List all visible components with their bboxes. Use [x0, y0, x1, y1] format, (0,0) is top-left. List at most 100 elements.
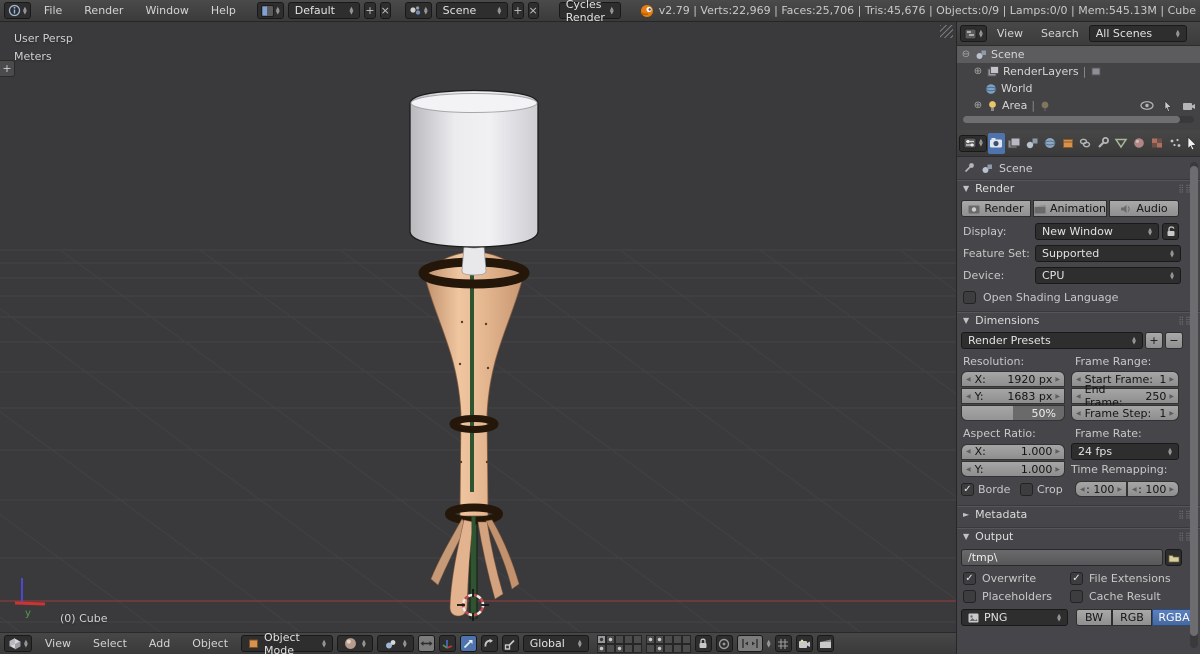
screen-layout-icon-button[interactable]: [256, 2, 284, 19]
add-preset-button[interactable]: +: [1145, 332, 1163, 349]
resolution-y-field[interactable]: ◀ Y: 1683 px ▶: [961, 388, 1065, 404]
panel-header-render[interactable]: ▼ Render ⣿⣿: [957, 180, 1200, 197]
expand-icon[interactable]: ⊕: [973, 66, 983, 77]
placeholders-checkbox[interactable]: [963, 590, 976, 603]
tab-render[interactable]: [987, 132, 1005, 154]
snap-spin-icon[interactable]: [767, 640, 771, 648]
close-layout-button[interactable]: ×: [379, 2, 391, 19]
tab-render-layers[interactable]: [1006, 133, 1023, 154]
object-menu[interactable]: Object: [183, 637, 237, 650]
outliner-hscrollbar[interactable]: [963, 116, 1194, 123]
lock-to-scene-button[interactable]: [694, 635, 712, 652]
outliner-row-world[interactable]: World: [957, 80, 1200, 97]
cache-result-checkbox[interactable]: [1070, 590, 1083, 603]
resolution-scale-slider[interactable]: 50%: [961, 405, 1065, 421]
file-format-select[interactable]: PNG: [961, 609, 1068, 626]
collapse-icon[interactable]: ⊖: [961, 49, 971, 60]
outliner-view-menu[interactable]: View: [989, 27, 1031, 40]
pin-icon[interactable]: [963, 162, 975, 174]
remove-preset-button[interactable]: −: [1165, 332, 1183, 349]
expand-icon[interactable]: ⊕: [973, 100, 983, 111]
menu-render[interactable]: Render: [75, 4, 132, 17]
crop-checkbox[interactable]: [1020, 482, 1033, 496]
layers-group-2[interactable]: [645, 634, 691, 653]
lock-interface-button[interactable]: [1162, 223, 1179, 240]
outliner-filter-select[interactable]: All Scenes: [1088, 25, 1187, 42]
snap-button[interactable]: [736, 635, 763, 652]
feature-set-select[interactable]: Supported: [1035, 245, 1181, 262]
resolution-x-field[interactable]: ◀ X: 1920 px ▶: [961, 371, 1065, 387]
viewport-3d[interactable]: y User Persp Meters + (0) Cube: [0, 22, 956, 632]
overwrite-checkbox[interactable]: ✓: [963, 572, 976, 585]
properties-vscrollbar[interactable]: [1190, 162, 1198, 648]
render-opengl-anim-button[interactable]: [816, 635, 834, 652]
viewport-shading-select[interactable]: [337, 635, 373, 652]
proportional-edit-button[interactable]: [715, 635, 733, 652]
scene-name-field[interactable]: Scene: [435, 2, 509, 19]
tab-object[interactable]: [1059, 133, 1076, 154]
manipulator-axes-button[interactable]: [438, 635, 456, 652]
scene-selector-icon-button[interactable]: [404, 2, 432, 19]
remap-new-field[interactable]: ◀: 100 ▶: [1127, 481, 1179, 497]
properties-editor-type-button[interactable]: [959, 134, 987, 152]
add-scene-button[interactable]: +: [512, 2, 524, 19]
area-corner-handle[interactable]: [940, 25, 953, 38]
tab-constraints[interactable]: [1077, 133, 1094, 154]
tab-scene[interactable]: [1024, 133, 1041, 154]
frame-rate-select[interactable]: 24 fps: [1071, 443, 1179, 460]
aspect-x-field[interactable]: ◀ X: 1.000 ▶: [961, 443, 1065, 460]
snap-element-button[interactable]: [774, 635, 792, 652]
select-menu[interactable]: Select: [84, 637, 136, 650]
manipulator-scale-button[interactable]: [501, 635, 519, 652]
tab-world[interactable]: [1041, 133, 1058, 154]
tab-material[interactable]: [1130, 133, 1147, 154]
file-extensions-checkbox[interactable]: ✓: [1070, 572, 1083, 585]
render-animation-button[interactable]: Animation: [1033, 200, 1107, 217]
outliner-row-renderlayers[interactable]: ⊕ RenderLayers |: [957, 63, 1200, 80]
panel-header-dimensions[interactable]: ▼ Dimensions ⣿⣿: [957, 312, 1200, 329]
manipulator-rotate-button[interactable]: [480, 635, 498, 652]
pivot-center-select[interactable]: [376, 635, 414, 652]
output-path-field[interactable]: /tmp\: [961, 549, 1163, 566]
menu-help[interactable]: Help: [202, 4, 245, 17]
layers-group-1[interactable]: [596, 634, 642, 653]
render-presets-select[interactable]: Render Presets: [961, 332, 1143, 349]
channels-rgb-button[interactable]: RGB: [1112, 609, 1152, 626]
panel-header-metadata[interactable]: ► Metadata ⣿⣿: [957, 506, 1200, 523]
menu-window[interactable]: Window: [136, 4, 197, 17]
tab-object-data[interactable]: [1113, 133, 1130, 154]
manipulator-translate-button[interactable]: [459, 635, 477, 652]
renderability-camera-icon[interactable]: [1178, 101, 1200, 111]
selectable-cursor-icon[interactable]: [1158, 99, 1178, 112]
frame-step-field[interactable]: ◀ Frame Step: 1 ▶: [1071, 405, 1179, 421]
outliner-search-menu[interactable]: Search: [1033, 27, 1087, 40]
tab-modifiers[interactable]: [1095, 133, 1112, 154]
add-menu[interactable]: Add: [140, 637, 179, 650]
menu-file[interactable]: File: [35, 4, 71, 17]
editor-type-selector[interactable]: [4, 2, 31, 19]
render-button[interactable]: Render: [961, 200, 1031, 217]
device-select[interactable]: CPU: [1035, 267, 1181, 284]
visibility-eye-icon[interactable]: [1136, 101, 1158, 110]
viewport-editor-type-button[interactable]: [4, 635, 32, 652]
panel-header-output[interactable]: ▼ Output ⣿⣿: [957, 528, 1200, 545]
file-browse-button[interactable]: [1165, 549, 1182, 566]
transform-orientation-select[interactable]: Global: [522, 635, 589, 652]
layers-widget[interactable]: [596, 634, 691, 653]
view-menu[interactable]: View: [36, 637, 80, 650]
tab-particles[interactable]: [1166, 133, 1183, 154]
render-opengl-button[interactable]: [795, 635, 813, 652]
outliner-editor-type-button[interactable]: [960, 25, 987, 42]
end-frame-field[interactable]: ◀ End Frame: 250 ▶: [1071, 383, 1179, 409]
display-select[interactable]: New Window: [1035, 223, 1159, 240]
osl-checkbox[interactable]: [963, 291, 976, 304]
aspect-y-field[interactable]: ◀ Y: 1.000 ▶: [961, 461, 1065, 477]
channels-bw-button[interactable]: BW: [1076, 609, 1112, 626]
outliner-row-scene[interactable]: ⊖ Scene: [957, 46, 1200, 63]
add-layout-button[interactable]: +: [364, 2, 376, 19]
tab-texture[interactable]: [1148, 133, 1165, 154]
render-engine-select[interactable]: Cycles Render: [558, 0, 621, 24]
toolshelf-expand-button[interactable]: +: [0, 60, 15, 77]
render-audio-button[interactable]: Audio: [1109, 200, 1179, 217]
border-checkbox[interactable]: ✓: [961, 482, 974, 496]
